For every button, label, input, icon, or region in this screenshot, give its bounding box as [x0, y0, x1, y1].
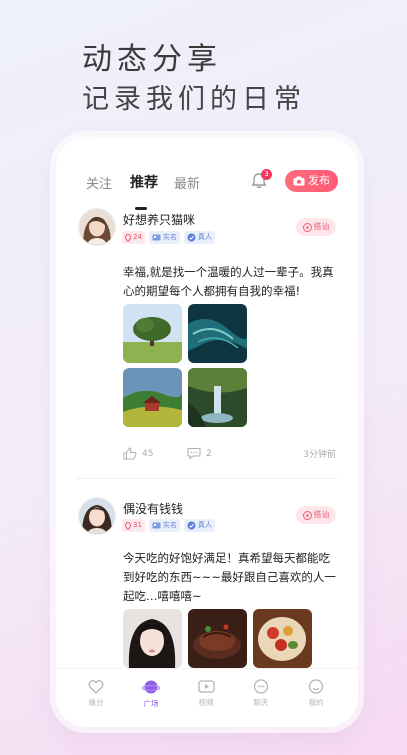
phone-screen: 关注 推荐 最新 3 发布 好想养只猫咪 24 实名 真人 搭讪 幸福,就是找一…: [56, 137, 358, 727]
nav-item-video[interactable]: 视频: [186, 679, 226, 708]
nav-item-profile[interactable]: 我的: [296, 679, 336, 708]
post-time: 3分钟前: [303, 447, 336, 460]
heart-icon: [88, 680, 104, 694]
camera-icon: [293, 176, 305, 186]
post-image[interactable]: [253, 609, 312, 668]
user-badges: 24 实名 真人: [122, 231, 215, 244]
avatar[interactable]: [78, 208, 116, 246]
nav-item-chat[interactable]: 聊天: [241, 679, 281, 708]
profile-icon: [308, 679, 324, 694]
like-count: 45: [142, 448, 154, 459]
tab-recommend[interactable]: 推荐: [130, 172, 158, 192]
username[interactable]: 好想养只猫咪: [123, 211, 195, 228]
user-badges: 31 实名 真人: [122, 519, 215, 532]
greet-icon: [302, 222, 312, 232]
nav-item-square[interactable]: 广场: [131, 679, 171, 709]
location-pin-icon: [125, 521, 131, 530]
avatar[interactable]: [78, 497, 116, 535]
location-badge: 31: [122, 519, 145, 532]
real-name-badge: 实名: [148, 231, 180, 244]
planet-icon: [142, 680, 160, 694]
top-bar: 关注 推荐 最新 3 发布: [56, 161, 358, 210]
post-time-label: 3分钟前: [303, 450, 336, 460]
location-value: 24: [133, 233, 142, 241]
id-card-icon: [152, 522, 161, 529]
publish-button[interactable]: 发布: [285, 170, 338, 192]
nav-item-match[interactable]: 缘分: [76, 679, 116, 708]
publish-label: 发布: [308, 174, 330, 187]
comment-count: 2: [206, 448, 212, 459]
verified-icon: [187, 233, 196, 242]
tab-follow[interactable]: 关注: [86, 173, 112, 192]
greet-label: 搭讪: [313, 510, 330, 519]
verified-label: 真人: [197, 233, 212, 241]
bottom-nav: 缘分 广场 视频 聊天 我的: [56, 668, 358, 727]
headline-title: 动态分享: [82, 42, 222, 77]
greet-icon: [302, 510, 312, 520]
greet-button[interactable]: 搭讪: [296, 506, 336, 524]
post-content: 幸福,就是找一个温暖的人过一辈子。我真心的期望每个人都拥有自我的幸福!: [123, 265, 334, 298]
location-pin-icon: [125, 233, 131, 242]
comment-icon: [187, 448, 201, 460]
nav-label: 聊天: [253, 698, 269, 707]
id-card-icon: [152, 234, 161, 241]
nav-label: 广场: [143, 699, 159, 708]
nav-label: 视频: [198, 698, 214, 707]
headline-subtitle: 记录我们的日常: [82, 84, 306, 115]
location-badge: 24: [122, 231, 145, 244]
video-icon: [197, 680, 215, 693]
post-image[interactable]: [188, 609, 247, 668]
post-actions: 45 2 3分钟前: [56, 447, 358, 463]
comment-button[interactable]: 2: [187, 447, 212, 460]
active-tab-indicator: [135, 207, 147, 210]
real-name-label: 实名: [162, 521, 177, 529]
notification-badge: 3: [261, 169, 272, 180]
like-button[interactable]: 45: [123, 447, 153, 460]
verified-label: 真人: [197, 521, 212, 529]
thumbs-up-icon: [123, 447, 137, 460]
post-image[interactable]: [188, 368, 247, 427]
nav-label: 我的: [308, 698, 324, 707]
nav-label: 缘分: [88, 698, 104, 707]
post-content: 今天吃的好饱好满足！真希望每天都能吃到好吃的东西~~~最好跟自己喜欢的人一起吃……: [123, 551, 336, 603]
greet-button[interactable]: 搭讪: [296, 218, 336, 236]
post-divider: [76, 478, 338, 479]
greet-label: 搭讪: [313, 222, 330, 231]
post-image[interactable]: [188, 304, 247, 363]
chat-icon: [253, 679, 269, 694]
verified-badge: 真人: [183, 519, 215, 532]
tab-latest[interactable]: 最新: [174, 173, 200, 192]
real-name-label: 实名: [162, 233, 177, 241]
location-value: 31: [133, 521, 142, 529]
username[interactable]: 偶没有钱钱: [123, 500, 183, 517]
post-image[interactable]: [123, 368, 182, 427]
real-name-badge: 实名: [148, 519, 180, 532]
verified-icon: [187, 521, 196, 530]
post-image[interactable]: [123, 609, 182, 668]
post-image[interactable]: [123, 304, 182, 363]
verified-badge: 真人: [183, 231, 215, 244]
